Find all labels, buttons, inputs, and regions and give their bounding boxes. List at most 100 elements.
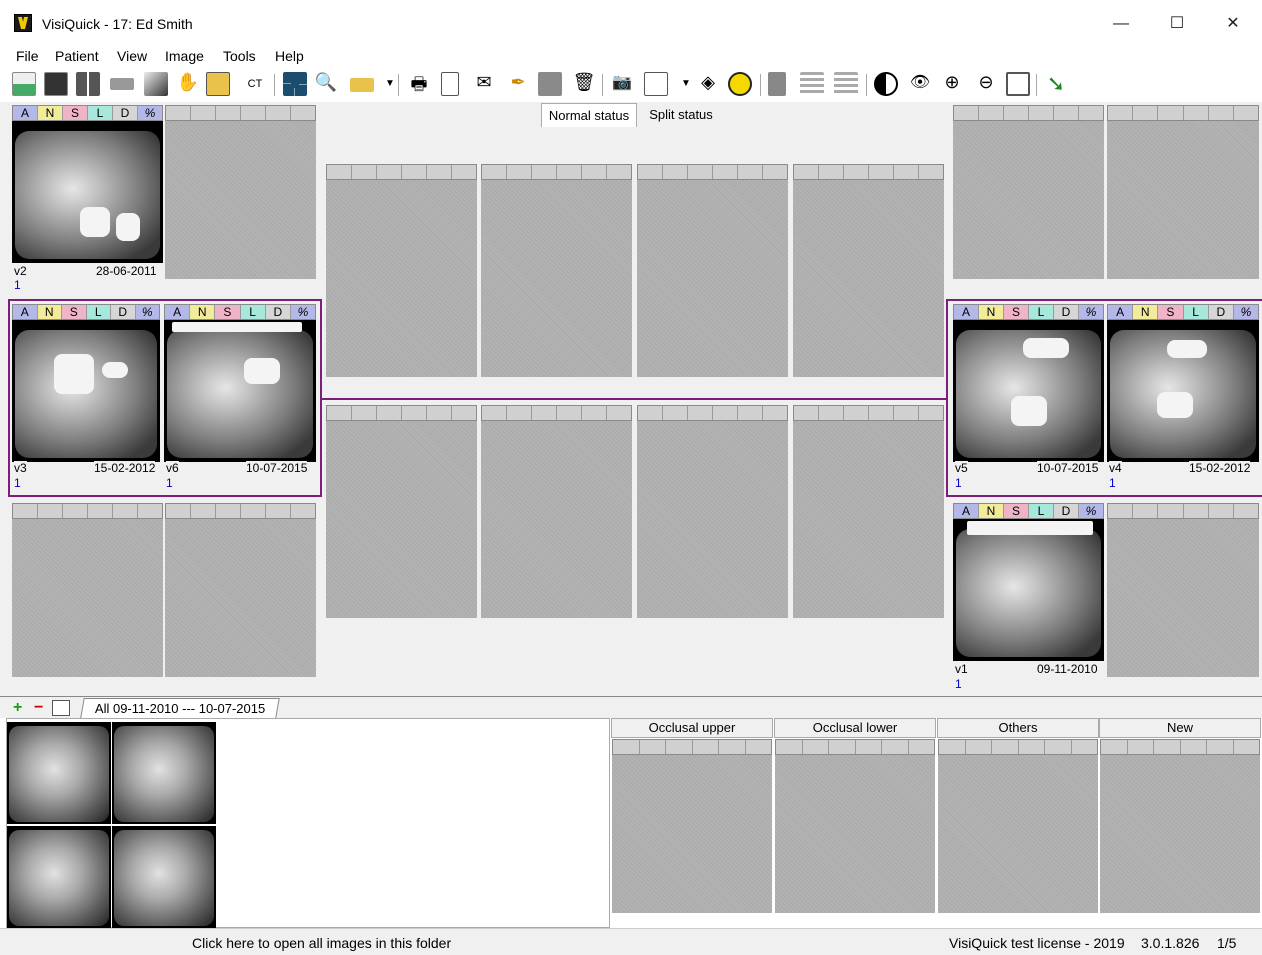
tag-a[interactable]: A (954, 305, 979, 319)
gray-box-icon[interactable] (538, 72, 562, 96)
xray-image[interactable] (12, 320, 160, 462)
group-occlusal-lower[interactable]: Occlusal lower (774, 718, 936, 928)
xray-image[interactable] (953, 519, 1104, 661)
xray-image[interactable] (164, 320, 316, 462)
tag-n[interactable]: N (979, 305, 1004, 319)
tag-n[interactable]: N (1133, 305, 1159, 319)
tag-a[interactable]: A (13, 305, 38, 319)
add-folder-button[interactable]: + (13, 699, 22, 717)
tab-split-status[interactable]: Split status (641, 103, 721, 127)
xray-image[interactable] (953, 320, 1104, 462)
list-right-icon[interactable] (834, 72, 858, 96)
tag-scissors[interactable]: % (135, 305, 159, 319)
group-others[interactable]: Others (937, 718, 1099, 928)
tag-l[interactable]: L (86, 305, 111, 319)
fit-icon[interactable] (1006, 72, 1030, 96)
tag-n[interactable]: N (979, 504, 1004, 518)
empty-slot[interactable] (953, 105, 1104, 279)
tag-d[interactable]: D (111, 305, 136, 319)
zoom-in-icon[interactable]: ⊕ (940, 72, 964, 96)
eye-icon[interactable]: 👁 (908, 72, 932, 96)
empty-slot[interactable] (326, 164, 477, 377)
delete-icon[interactable]: 🗑 (572, 72, 596, 96)
tag-n[interactable]: N (38, 106, 63, 120)
tag-l[interactable]: L (1183, 305, 1209, 319)
tag-d[interactable]: D (1054, 305, 1079, 319)
tag-a[interactable]: A (165, 305, 191, 319)
tag-d[interactable]: D (1054, 504, 1079, 518)
maximize-button[interactable]: ☐ (1154, 10, 1200, 38)
group-occlusal-upper[interactable]: Occlusal upper (611, 718, 773, 928)
thumbnail[interactable] (112, 722, 216, 824)
page-icon[interactable] (441, 72, 459, 96)
email-icon[interactable]: ✉ (472, 72, 496, 96)
tag-s[interactable]: S (1004, 305, 1029, 319)
empty-slot[interactable] (793, 405, 944, 618)
empty-slot[interactable] (326, 405, 477, 618)
hand-icon[interactable]: ✋ (176, 72, 200, 96)
thumbnail[interactable] (7, 722, 111, 824)
empty-slot[interactable] (12, 503, 163, 677)
radiation-icon[interactable] (728, 72, 752, 96)
tag-s[interactable]: S (63, 106, 88, 120)
contrast-icon[interactable] (874, 72, 898, 96)
minimize-button[interactable]: — (1098, 10, 1144, 38)
dropdown-icon[interactable]: ▼ (674, 72, 698, 96)
tag-scissors[interactable]: % (1233, 305, 1259, 319)
menu-help[interactable]: Help (275, 48, 304, 64)
image-slot[interactable]: A N S L D% v1 09-11-2010 (953, 503, 1104, 677)
tag-n[interactable]: N (190, 305, 216, 319)
tag-s[interactable]: S (1158, 305, 1184, 319)
camera-icon[interactable]: 📷 (610, 72, 634, 96)
image-slot[interactable]: A N S L D% v6 10-07-2015 (164, 304, 316, 476)
tag-a[interactable]: A (13, 106, 38, 120)
close-button[interactable]: ✕ (1210, 10, 1256, 38)
empty-slot[interactable] (481, 164, 632, 377)
ct-icon[interactable]: CT (243, 72, 267, 96)
empty-slot[interactable] (637, 405, 788, 618)
mirror-icon[interactable] (76, 72, 100, 96)
open-folder-hint[interactable]: Click here to open all images in this fo… (192, 935, 451, 951)
menu-file[interactable]: File (16, 48, 39, 64)
tab-normal-status[interactable]: Normal status (541, 103, 637, 127)
tag-a[interactable]: A (1108, 305, 1134, 319)
layout-grid-icon[interactable] (283, 72, 307, 96)
tag-scissors[interactable]: % (1079, 305, 1103, 319)
empty-slot[interactable] (1107, 105, 1259, 279)
empty-slot[interactable] (793, 164, 944, 377)
tag-d[interactable]: D (113, 106, 138, 120)
tag-scissors[interactable]: % (290, 305, 316, 319)
patient-card-icon[interactable] (12, 72, 36, 96)
thumbnail[interactable] (112, 826, 216, 928)
tag-d[interactable]: D (1208, 305, 1234, 319)
list-left-icon[interactable] (800, 72, 824, 96)
tab-folder-all[interactable]: All 09-11-2010 --- 10-07-2015 (80, 698, 281, 718)
pen-icon[interactable]: ✒ (506, 72, 530, 96)
image-slot[interactable]: A N S L D% v4 15-02-2012 (1107, 304, 1259, 476)
zoom-out-icon[interactable]: ⊖ (974, 72, 998, 96)
group-new[interactable]: New (1099, 718, 1261, 928)
tag-s[interactable]: S (1004, 504, 1029, 518)
clipboard-icon[interactable] (206, 72, 230, 96)
export-icon[interactable] (768, 72, 786, 96)
image-slot[interactable]: A N S L D% v2 28-06-2011 (12, 105, 163, 279)
link-icon[interactable] (350, 78, 374, 92)
tag-d[interactable]: D (265, 305, 291, 319)
search-icon[interactable]: 🔍 (314, 72, 338, 96)
tag-l[interactable]: L (1029, 305, 1054, 319)
patient-list-icon[interactable] (44, 72, 68, 96)
tag-n[interactable]: N (37, 305, 62, 319)
tag-scissors[interactable]: % (138, 106, 162, 120)
remove-folder-button[interactable]: − (34, 699, 43, 717)
diamond-icon[interactable]: ◈ (696, 72, 720, 96)
empty-slot[interactable] (165, 105, 316, 279)
tag-l[interactable]: L (240, 305, 266, 319)
image-slot[interactable]: A N S L D% v5 10-07-2015 (953, 304, 1104, 476)
image-slot[interactable]: A N S L D% v3 15-02-2012 (12, 304, 160, 476)
empty-slot[interactable] (1107, 503, 1259, 677)
print-icon[interactable]: 🖶 (407, 72, 431, 96)
tag-scissors[interactable]: % (1079, 504, 1103, 518)
tag-s[interactable]: S (215, 305, 241, 319)
thumbnail[interactable] (7, 826, 111, 928)
import-icon[interactable] (644, 72, 668, 96)
